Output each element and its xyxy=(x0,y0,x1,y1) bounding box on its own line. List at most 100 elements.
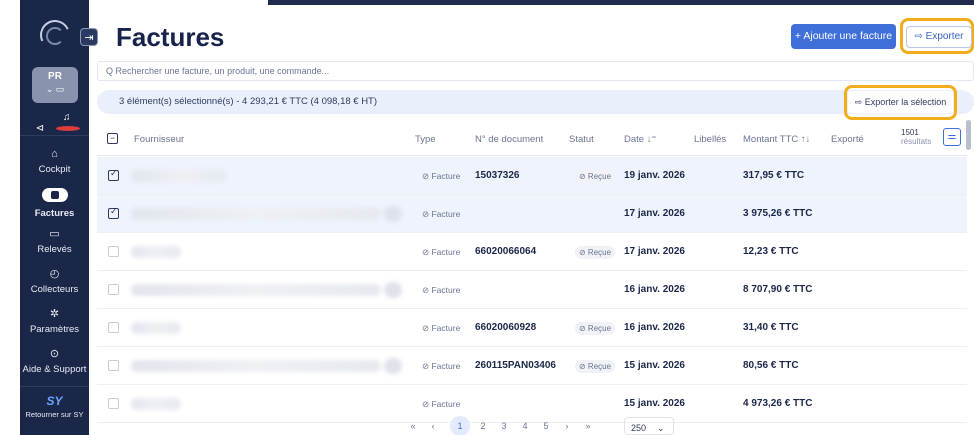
invoice-type: ⊘ Facture xyxy=(422,323,461,333)
invoice-type: ⊘ Facture xyxy=(422,209,461,219)
row-checkbox[interactable] xyxy=(108,322,119,333)
status-badge: ⊘ Reçue xyxy=(575,322,616,335)
invoice-type: ⊘ Facture xyxy=(422,171,461,181)
column-type[interactable]: Type xyxy=(415,134,436,145)
page-2-button[interactable]: 2 xyxy=(476,416,490,435)
sidebar-item-label: Aide & Support xyxy=(22,364,87,375)
first-page-button[interactable]: « xyxy=(406,416,420,435)
invoice-type: ⊘ Facture xyxy=(422,361,461,371)
export-selection-button[interactable]: ⇨ Exporter la sélection xyxy=(848,91,953,113)
selection-bar: 3 élément(s) sélectionné(s) - 4 293,21 €… xyxy=(97,90,974,114)
invoice-amount: 3 975,26 € TTC xyxy=(743,208,813,219)
sidebar-item-aide-support[interactable]: ⊙ Aide & Support xyxy=(20,348,89,390)
sidebar-item-label: Collecteurs xyxy=(30,284,79,295)
results-count: 1501 résultats xyxy=(901,128,931,146)
column-date[interactable]: Date ↓⁼ xyxy=(624,134,656,145)
column-supplier[interactable]: Fournisseur xyxy=(134,134,184,145)
column-amount[interactable]: Montant TTC ↑↓ xyxy=(743,134,810,145)
last-page-button[interactable]: » xyxy=(581,416,595,435)
status-badge: ⊘ Reçue xyxy=(575,246,616,259)
column-labels[interactable]: Libellés xyxy=(694,134,726,145)
sidebar-item-label: Factures xyxy=(34,208,75,219)
table-row[interactable]: ⊘ Facture 15037326 ⊘ Reçue 19 janv. 2026 317… xyxy=(97,157,967,195)
results-label: résultats xyxy=(901,137,932,146)
status-badge: ⊘ Reçue xyxy=(575,360,616,373)
invoice-date: 15 janv. 2026 xyxy=(624,360,685,371)
app-logo-inner xyxy=(46,27,64,45)
table-row[interactable]: ⊘ Facture 260115PAN03406 ⊘ Reçue 15 janv. 2… xyxy=(97,347,967,385)
column-settings-icon[interactable]: ⚌ xyxy=(943,128,961,146)
table-row[interactable]: ⊘ Facture 15 janv. 2026 4 973,26 € TTC xyxy=(97,385,967,423)
row-checkbox[interactable] xyxy=(108,246,119,257)
add-invoice-button[interactable]: + Ajouter une facture xyxy=(791,24,896,49)
collapse-sidebar-icon[interactable]: ⇥ xyxy=(80,28,98,46)
supplier-tag-redacted xyxy=(384,282,402,298)
supplier-name-redacted xyxy=(131,322,181,334)
org-initials: PR xyxy=(48,71,62,82)
notification-dot xyxy=(55,125,80,131)
quick-actions: ⊲ ♫ xyxy=(28,112,84,134)
invoice-date: 17 janv. 2026 xyxy=(624,246,685,257)
row-checkbox[interactable] xyxy=(108,284,119,295)
page-1-button[interactable]: 1 xyxy=(450,416,470,435)
table-row[interactable]: ⊘ Facture 66020060928 ⊘ Reçue 16 janv. 2026… xyxy=(97,309,967,347)
sidebar-item-parametres[interactable]: ✲ Paramètres xyxy=(20,308,89,350)
row-checkbox[interactable] xyxy=(108,206,119,219)
results-number: 1501 xyxy=(901,128,919,137)
supplier-name-redacted xyxy=(131,246,181,258)
invoice-date: 19 janv. 2026 xyxy=(624,170,685,181)
supplier-name-redacted xyxy=(131,284,381,296)
column-docnum[interactable]: N° de document xyxy=(475,134,543,145)
divider xyxy=(20,386,89,387)
organization-switcher[interactable]: PR ⌄ ▭ xyxy=(32,67,78,103)
sidebar-item-factures[interactable]: Factures xyxy=(20,188,89,230)
select-all-checkbox[interactable]: − xyxy=(107,133,118,144)
search-input[interactable]: Q Rechercher une facture, un produit, un… xyxy=(97,61,974,81)
sidebar-item-releves[interactable]: ▭ Relevés xyxy=(20,228,89,270)
document-number: 66020066064 xyxy=(475,246,537,257)
row-checkbox[interactable] xyxy=(108,168,119,181)
sidebar-item-label: Cockpit xyxy=(38,164,71,175)
column-status[interactable]: Statut xyxy=(569,134,594,145)
table-row[interactable]: ⊘ Facture 16 janv. 2026 8 707,90 € TTC xyxy=(97,271,967,309)
back-to-sy-link[interactable]: SY Retourner sur SY xyxy=(20,394,89,419)
page-title: Factures xyxy=(116,22,225,52)
table-row[interactable]: ⊘ Facture 66020066064 ⊘ Reçue 17 janv. 2026… xyxy=(97,233,967,271)
invoice-amount: 8 707,90 € TTC xyxy=(743,284,813,295)
settings-icon: ✲ xyxy=(49,308,60,320)
page-size-value: 250 xyxy=(631,423,647,433)
row-checkbox[interactable] xyxy=(108,360,119,371)
table-row[interactable]: ⊘ Facture 17 janv. 2026 3 975,26 € TTC xyxy=(97,195,967,233)
supplier-name-redacted xyxy=(131,398,181,410)
invoice-amount: 317,95 € TTC xyxy=(743,170,805,181)
top-strip xyxy=(268,0,974,5)
page-5-button[interactable]: 5 xyxy=(539,416,553,435)
column-exported[interactable]: Exporté xyxy=(831,134,864,145)
next-page-button[interactable]: › xyxy=(560,416,574,435)
invoice-type: ⊘ Facture xyxy=(422,247,461,257)
document-number: 15037326 xyxy=(475,170,520,181)
sidebar-item-label: Relevés xyxy=(37,244,72,255)
invoice-type: ⊘ Facture xyxy=(422,285,461,295)
invoice-amount: 12,23 € TTC xyxy=(743,246,799,257)
divider xyxy=(20,135,89,136)
org-switch-icon: ⌄ ▭ xyxy=(45,84,65,94)
megaphone-icon[interactable]: ⊲ xyxy=(28,123,52,134)
page-4-button[interactable]: 4 xyxy=(518,416,532,435)
prev-page-button[interactable]: ‹ xyxy=(426,416,440,435)
statement-icon: ▭ xyxy=(49,228,60,240)
sidebar-item-collecteurs[interactable]: ◴ Collecteurs xyxy=(20,268,89,310)
page-3-button[interactable]: 3 xyxy=(497,416,511,435)
supplier-tag-redacted xyxy=(384,358,402,374)
invoice-date: 16 janv. 2026 xyxy=(624,284,685,295)
export-button[interactable]: ⇨ Exporter xyxy=(906,26,972,48)
selection-summary: 3 élément(s) sélectionné(s) - 4 293,21 €… xyxy=(119,96,378,107)
sy-logo-icon: SY xyxy=(46,394,63,408)
row-checkbox[interactable] xyxy=(108,398,119,409)
back-link-label: Retourner sur SY xyxy=(25,410,84,419)
page-size-select[interactable]: 250 ⌄ xyxy=(624,417,674,435)
table-scrollbar[interactable] xyxy=(966,120,971,150)
sidebar-item-cockpit[interactable]: ⌂ Cockpit xyxy=(20,148,89,190)
home-icon: ⌂ xyxy=(51,148,58,160)
notification-icon[interactable]: ♫ xyxy=(55,112,80,134)
